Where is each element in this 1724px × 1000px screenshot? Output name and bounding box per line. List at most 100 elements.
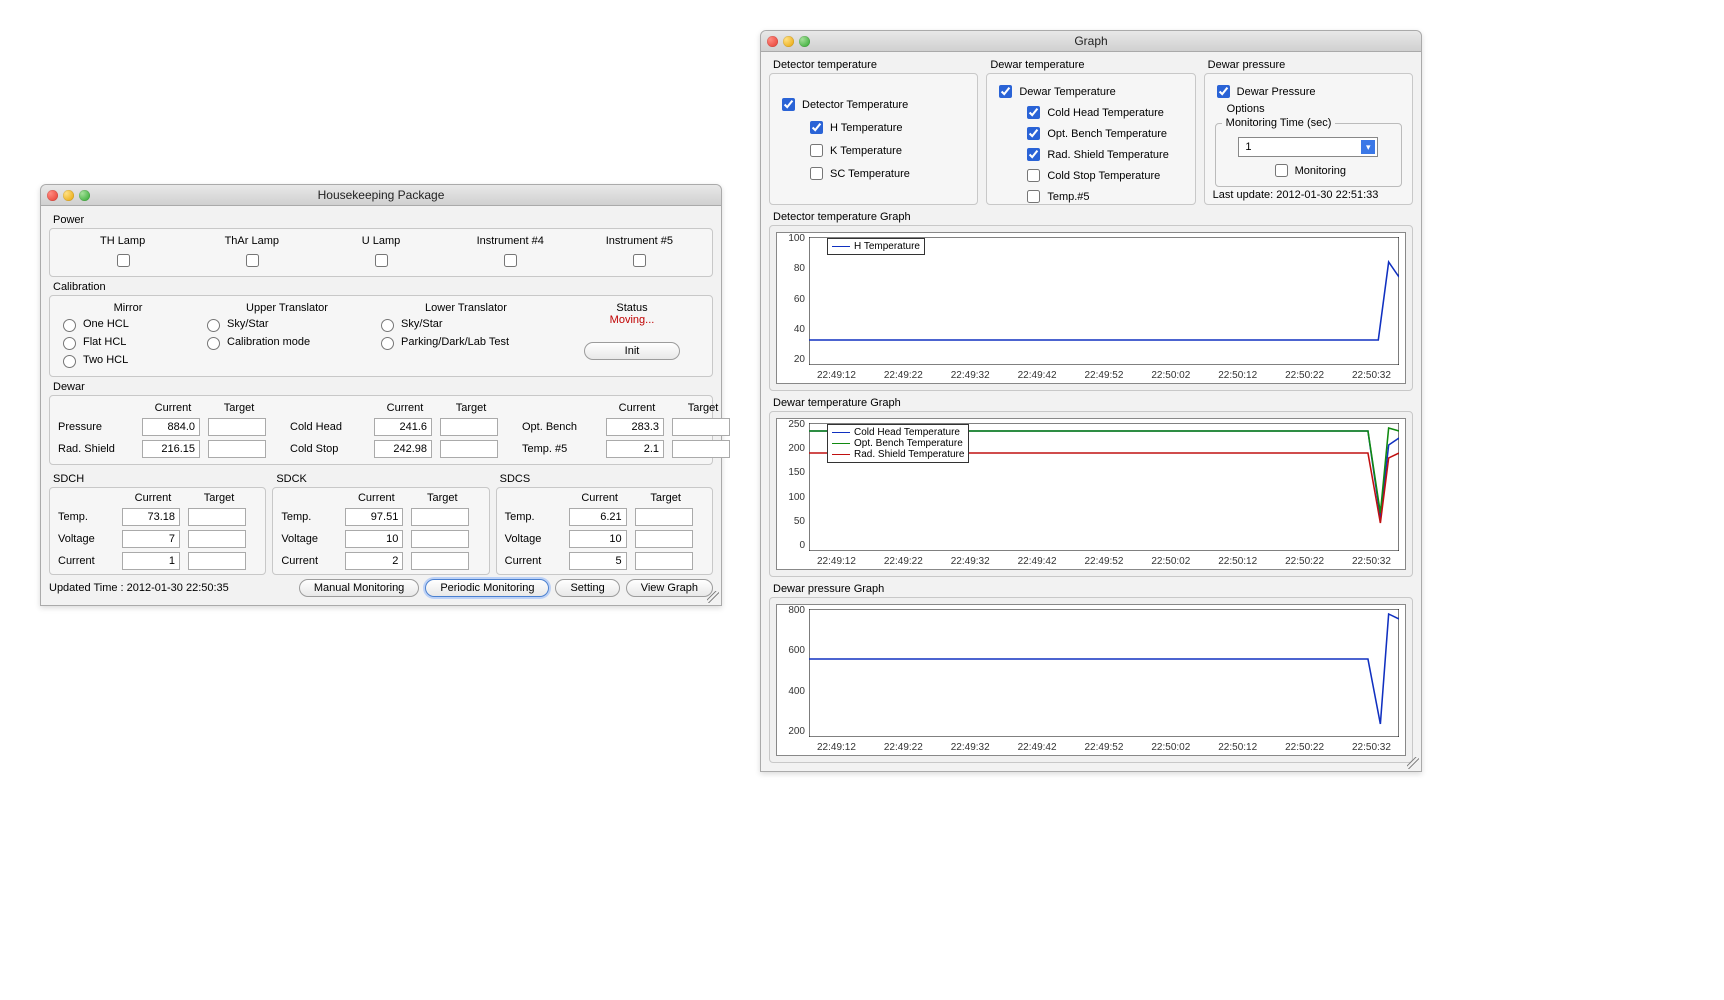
val-pressure-cur: 884.0 — [142, 418, 200, 436]
sdch-label: SDCH — [53, 473, 266, 485]
cb-detector-temp[interactable] — [782, 98, 795, 111]
view-graph-button[interactable]: View Graph — [626, 579, 713, 597]
chart2: Cold Head Temperature Opt. Bench Tempera… — [776, 418, 1406, 570]
cb-monitoring[interactable] — [1275, 164, 1288, 177]
radio-lo-park[interactable] — [381, 337, 394, 350]
cb-coldhead-temp[interactable] — [1027, 106, 1040, 119]
cb-sc-temp[interactable] — [810, 167, 823, 180]
monitoring-time-select[interactable]: 1 ▾ — [1238, 137, 1378, 157]
lbl-coldhead-temp: Cold Head Temperature — [1047, 107, 1164, 119]
sdck-volt-val: 10 — [345, 530, 403, 548]
lbl-radshield-temp: Rad. Shield Temperature — [1047, 149, 1168, 161]
close-icon[interactable] — [767, 36, 778, 47]
val-radshield-tgt[interactable] — [208, 440, 266, 458]
sdch-curr-tgt[interactable] — [188, 552, 246, 570]
cb-temp5[interactable] — [1027, 190, 1040, 203]
radio-flat-hcl[interactable] — [63, 337, 76, 350]
lbl-pressure: Pressure — [58, 421, 138, 433]
sdcs-temp-tgt[interactable] — [635, 508, 693, 526]
lbl-up-calib: Calibration mode — [227, 336, 310, 348]
sdck-hc: Current — [345, 492, 407, 504]
zoom-icon[interactable] — [799, 36, 810, 47]
val-optbench-tgt[interactable] — [672, 418, 730, 436]
lbl-radshield: Rad. Shield — [58, 443, 138, 455]
graph-titlebar[interactable]: Graph — [761, 31, 1421, 52]
lbl-h-temp: H Temperature — [830, 122, 903, 134]
cb-dewar-temp[interactable] — [999, 85, 1012, 98]
minimize-icon[interactable] — [783, 36, 794, 47]
dewar-head-c1: Current — [142, 402, 204, 414]
lbl-lo-skystar: Sky/Star — [401, 318, 443, 330]
radio-one-hcl[interactable] — [63, 319, 76, 332]
chart1-legend: H Temperature — [827, 238, 925, 255]
dewar-panel: CurrentTarget CurrentTarget CurrentTarge… — [49, 395, 713, 465]
sdcs-temp-val: 6.21 — [569, 508, 627, 526]
sdcs-hc: Current — [569, 492, 631, 504]
cb-optbench-temp[interactable] — [1027, 127, 1040, 140]
sdcs-temp-lbl: Temp. — [505, 511, 565, 523]
cb-dewar-pressure[interactable] — [1217, 85, 1230, 98]
val-pressure-tgt[interactable] — [208, 418, 266, 436]
sdcs-volt-tgt[interactable] — [635, 530, 693, 548]
cb-radshield-temp[interactable] — [1027, 148, 1040, 161]
power-head-3: Instrument #4 — [446, 235, 575, 247]
hk-titlebar[interactable]: Housekeeping Package — [41, 185, 721, 206]
sdck-curr-val: 2 — [345, 552, 403, 570]
dewar-head-c3: Current — [606, 402, 668, 414]
val-coldstop-tgt[interactable] — [440, 440, 498, 458]
pre-title: Dewar pressure — [1208, 59, 1413, 71]
sdch-curr-val: 1 — [122, 552, 180, 570]
sdck-panel: CurrentTarget Temp.97.51 Voltage10 Curre… — [272, 487, 489, 575]
lbl-k-temp: K Temperature — [830, 145, 902, 157]
zoom-icon[interactable] — [79, 190, 90, 201]
chart3: 800 600 400 200 22:49:1222:49:2222:49:32… — [776, 604, 1406, 756]
dew-title: Dewar temperature — [990, 59, 1195, 71]
upper-head: Upper Translator — [202, 302, 372, 314]
lbl-dewar-pressure: Dewar Pressure — [1237, 86, 1316, 98]
sdck-curr-tgt[interactable] — [411, 552, 469, 570]
lbl-monitoring: Monitoring — [1295, 165, 1346, 177]
manual-monitoring-button[interactable]: Manual Monitoring — [299, 579, 420, 597]
radio-up-skystar[interactable] — [207, 319, 220, 332]
legend-h-temp: H Temperature — [854, 241, 920, 252]
sdck-volt-lbl: Voltage — [281, 533, 341, 545]
legend-radshield: Rad. Shield Temperature — [854, 449, 964, 460]
power-cb-instr4[interactable] — [504, 254, 517, 267]
sdch-temp-tgt[interactable] — [188, 508, 246, 526]
close-icon[interactable] — [47, 190, 58, 201]
sdck-volt-tgt[interactable] — [411, 530, 469, 548]
power-head-1: ThAr Lamp — [187, 235, 316, 247]
val-coldhead-tgt[interactable] — [440, 418, 498, 436]
power-cb-instr5[interactable] — [633, 254, 646, 267]
last-update: Last update: 2012-01-30 22:51:33 — [1213, 189, 1404, 201]
val-coldhead-cur: 241.6 — [374, 418, 432, 436]
cb-coldstop-temp[interactable] — [1027, 169, 1040, 182]
lbl-coldstop-temp: Cold Stop Temperature — [1047, 170, 1160, 182]
minimize-icon[interactable] — [63, 190, 74, 201]
power-cb-th-lamp[interactable] — [117, 254, 130, 267]
power-cb-u-lamp[interactable] — [375, 254, 388, 267]
resize-grip-icon[interactable] — [1407, 757, 1419, 769]
det-title: Detector temperature — [773, 59, 978, 71]
init-button[interactable]: Init — [584, 342, 681, 360]
periodic-monitoring-button[interactable]: Periodic Monitoring — [425, 579, 549, 597]
setting-button[interactable]: Setting — [555, 579, 619, 597]
power-cb-thar-lamp[interactable] — [246, 254, 259, 267]
sdcs-curr-tgt[interactable] — [635, 552, 693, 570]
calibration-label: Calibration — [53, 281, 713, 293]
radio-lo-skystar[interactable] — [381, 319, 394, 332]
power-head-0: TH Lamp — [58, 235, 187, 247]
sdck-temp-tgt[interactable] — [411, 508, 469, 526]
sdcs-label: SDCS — [500, 473, 713, 485]
radio-up-calib[interactable] — [207, 337, 220, 350]
sdck-curr-lbl: Current — [281, 555, 341, 567]
cb-k-temp[interactable] — [810, 144, 823, 157]
lbl-coldstop: Cold Stop — [290, 443, 370, 455]
lbl-dewar-temp: Dewar Temperature — [1019, 86, 1115, 98]
cb-h-temp[interactable] — [810, 121, 823, 134]
dewar-head-t1: Target — [208, 402, 270, 414]
radio-two-hcl[interactable] — [63, 355, 76, 368]
sdch-volt-tgt[interactable] — [188, 530, 246, 548]
resize-grip-icon[interactable] — [707, 591, 719, 603]
val-temp5-tgt[interactable] — [672, 440, 730, 458]
